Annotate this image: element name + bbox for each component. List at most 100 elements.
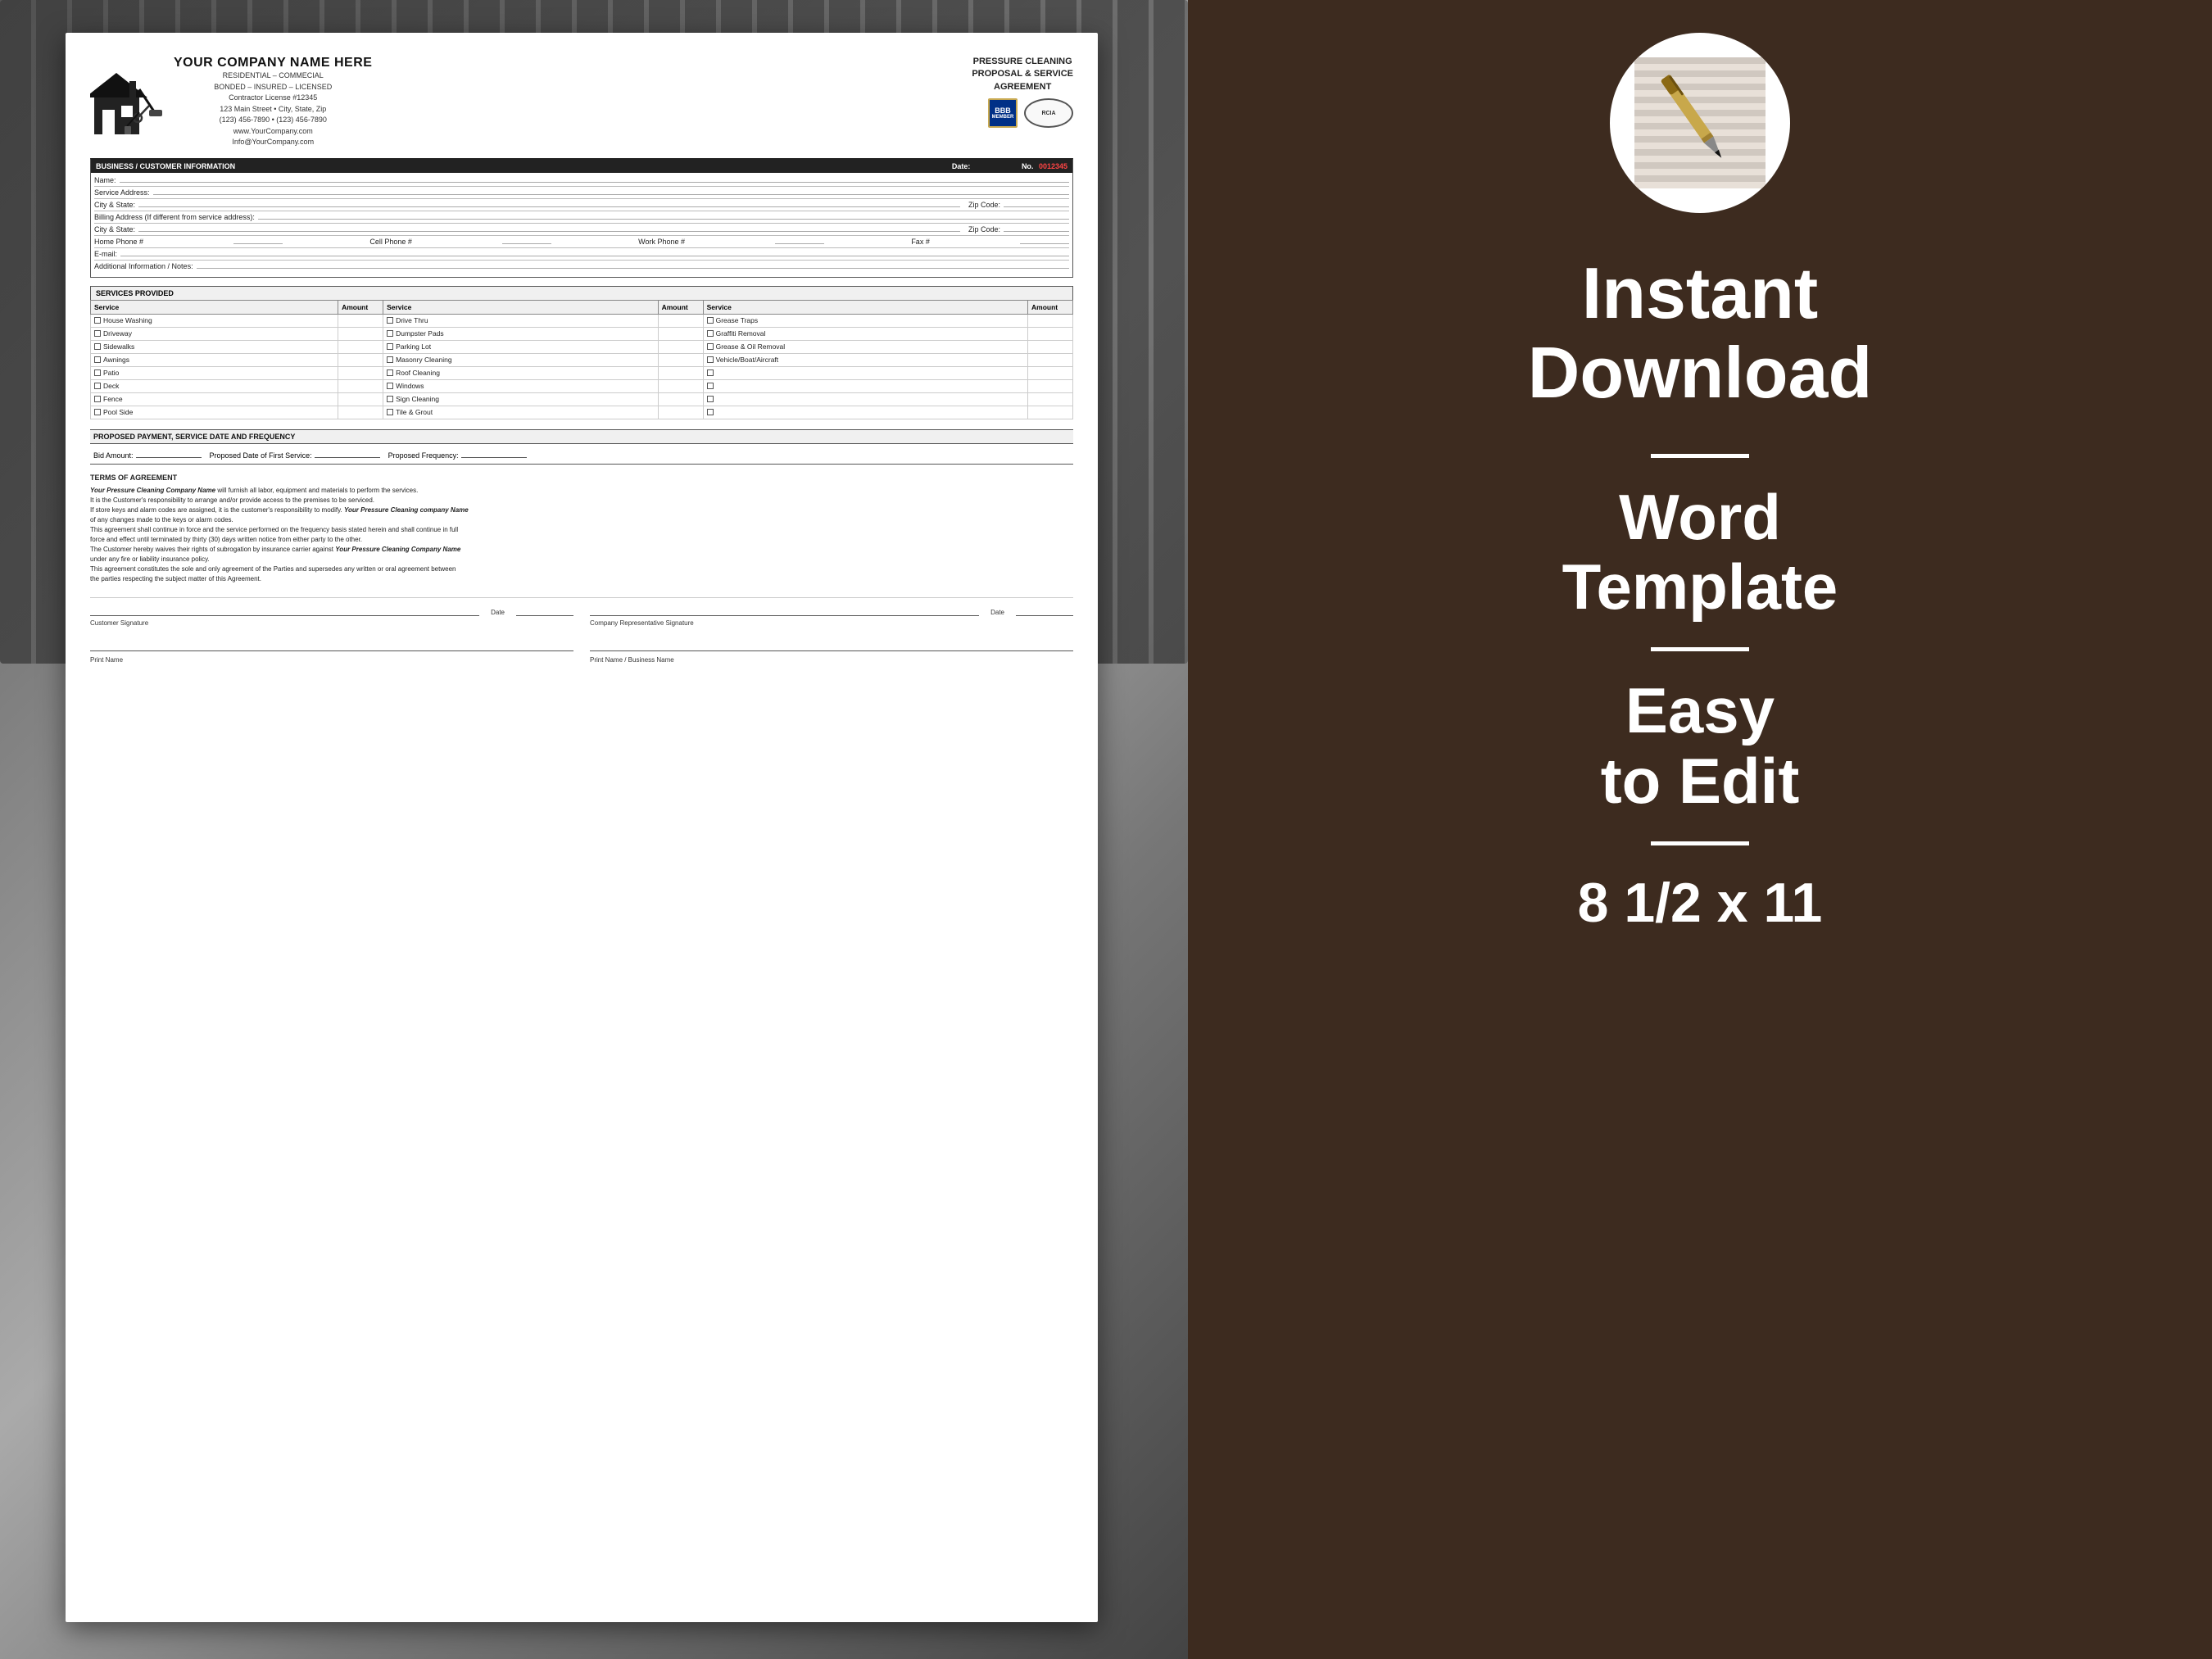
terms-line6: force and effect until terminated by thi… [90, 535, 1073, 545]
col-amount3-header: Amount [1028, 300, 1073, 314]
table-row: Sidewalks Parking Lot Grease & Oil Removal [91, 340, 1073, 353]
terms-line8: under any fire or liability insurance po… [90, 555, 1073, 564]
print-name-field [90, 640, 573, 651]
service-col3-cell [703, 379, 1027, 392]
amount-col2-cell [658, 379, 703, 392]
logo-area: YOUR COMPANY NAME HERE RESIDENTIAL – COM… [90, 56, 372, 148]
service-address-field: Service Address: [94, 187, 1069, 199]
print-name-block: Print Name [90, 640, 573, 666]
amount-col2-cell [658, 406, 703, 419]
table-row: PatioRoof Cleaning [91, 366, 1073, 379]
terms-line10: the parties respecting the subject matte… [90, 574, 1073, 584]
table-row: Pool SideTile & Grout [91, 406, 1073, 419]
terms-line4: of any changes made to the keys or alarm… [90, 515, 1073, 525]
amount-col1-cell [338, 340, 383, 353]
service-col3-cell: Grease & Oil Removal [703, 340, 1027, 353]
sig-row-2: Print Name Print Name / Business Name [90, 635, 1073, 666]
service-col3-cell: Grease Traps [703, 314, 1027, 327]
amount-col1-cell [338, 314, 383, 327]
terms-title: TERMS OF AGREEMENT [90, 473, 1073, 484]
table-row: House WashingDrive ThruGrease Traps [91, 314, 1073, 327]
amount-col2-cell [658, 353, 703, 366]
customer-print-line: Customer Signature [90, 619, 573, 627]
terms-line7: The Customer hereby waives their rights … [90, 545, 1073, 555]
print-name-biz-label: Print Name / Business Name [590, 656, 674, 664]
city-state-field: City & State: Zip Code: [94, 199, 1069, 211]
payment-header: PROPOSED PAYMENT, SERVICE DATE AND FREQU… [90, 429, 1073, 444]
print-name-line [90, 640, 573, 651]
table-row: AwningsMasonry CleaningVehicle/Boat/Airc… [91, 353, 1073, 366]
customer-sig-field [90, 603, 479, 616]
proposal-title: PRESSURE CLEANING PROPOSAL & SERVICE AGR… [972, 56, 1073, 93]
pen-icon [1634, 57, 1766, 188]
service-col2-cell: Parking Lot [383, 340, 659, 353]
terms-line3: If store keys and alarm codes are assign… [90, 505, 1073, 515]
company-date-field [1016, 603, 1073, 616]
right-panel: Instant Download Word Template Easy to E… [1188, 0, 2212, 1659]
terms-line1: Your Pressure Cleaning Company Name will… [90, 486, 1073, 496]
sig-row-1: Date Customer Signature Date Company Rep… [90, 598, 1073, 627]
customer-info-header: BUSINESS / CUSTOMER INFORMATION Date: No… [91, 160, 1072, 173]
right-heading-instant: Instant Download [1528, 254, 1872, 413]
company-sub2: BONDED – INSURED – LICENSED [174, 82, 372, 93]
amount-col2-cell [658, 366, 703, 379]
service-col2-cell: Windows [383, 379, 659, 392]
table-row: DrivewayDumpster PadsGraffiti Removal [91, 327, 1073, 340]
proposed-date-underline [315, 448, 380, 458]
amount-col3-cell [1028, 353, 1073, 366]
doc-right-header: PRESSURE CLEANING PROPOSAL & SERVICE AGR… [972, 56, 1073, 128]
right-sub-easy: Easy to Edit [1601, 676, 1800, 817]
service-col2-cell: Masonry Cleaning [383, 353, 659, 366]
amount-col3-cell [1028, 327, 1073, 340]
company-logo-icon [90, 65, 164, 138]
service-col1-cell: Sidewalks [91, 340, 338, 353]
amount-col2-cell [658, 327, 703, 340]
right-size: 8 1/2 x 11 [1578, 870, 1823, 937]
divider-3 [1651, 841, 1749, 845]
terms-line2: It is the Customer's responsibility to a… [90, 496, 1073, 505]
right-sub-word: Word Template [1562, 483, 1838, 623]
service-col3-cell: Graffiti Removal [703, 327, 1027, 340]
service-col1-cell: Patio [91, 366, 338, 379]
email-field: E-mail: [94, 248, 1069, 261]
services-header: SERVICES PROVIDED [90, 286, 1073, 300]
company-sub4: 123 Main Street • City, State, Zip [174, 104, 372, 116]
service-col3-cell [703, 406, 1027, 419]
service-col1-cell: House Washing [91, 314, 338, 327]
company-sig-block: Date Company Representative Signature [590, 603, 1073, 627]
proposed-date-field: Proposed Date of First Service: [210, 448, 380, 460]
pen-circle [1610, 33, 1790, 213]
service-col3-cell [703, 392, 1027, 406]
col-service2-header: Service [383, 300, 659, 314]
service-col1-cell: Deck [91, 379, 338, 392]
document-header: YOUR COMPANY NAME HERE RESIDENTIAL – COM… [90, 56, 1073, 148]
amount-col1-cell [338, 366, 383, 379]
company-sub3: Contractor License #12345 [174, 93, 372, 104]
company-sig-field [590, 603, 979, 616]
terms-line9: This agreement constitutes the sole and … [90, 564, 1073, 574]
customer-sig-line: Date [90, 603, 573, 616]
city-state2-field: City & State: Zip Code: [94, 224, 1069, 236]
divider-1 [1651, 454, 1749, 458]
service-col2-cell: Dumpster Pads [383, 327, 659, 340]
service-col2-cell: Sign Cleaning [383, 392, 659, 406]
bid-amount-underline [136, 448, 202, 458]
amount-col2-cell [658, 340, 703, 353]
proposed-freq-underline [461, 448, 527, 458]
left-panel: YOUR COMPANY NAME HERE RESIDENTIAL – COM… [0, 0, 1188, 1659]
print-name-biz-field [590, 640, 1073, 651]
terms-line5: This agreement shall continue in force a… [90, 525, 1073, 535]
name-field: Name: [94, 175, 1069, 187]
amount-col3-cell [1028, 314, 1073, 327]
col-amount2-header: Amount [658, 300, 703, 314]
amount-col1-cell [338, 392, 383, 406]
customer-date-field [516, 603, 573, 616]
amount-col3-cell [1028, 366, 1073, 379]
company-sub7: Info@YourCompany.com [174, 137, 372, 148]
amount-col1-cell [338, 406, 383, 419]
proposed-freq-field: Proposed Frequency: [388, 448, 527, 460]
bid-amount-field: Bid Amount: [93, 448, 202, 460]
amount-col1-cell [338, 379, 383, 392]
services-table: Service Amount Service Amount Service Am… [90, 300, 1073, 419]
bbb-badge: BBB MEMBER [988, 98, 1018, 128]
